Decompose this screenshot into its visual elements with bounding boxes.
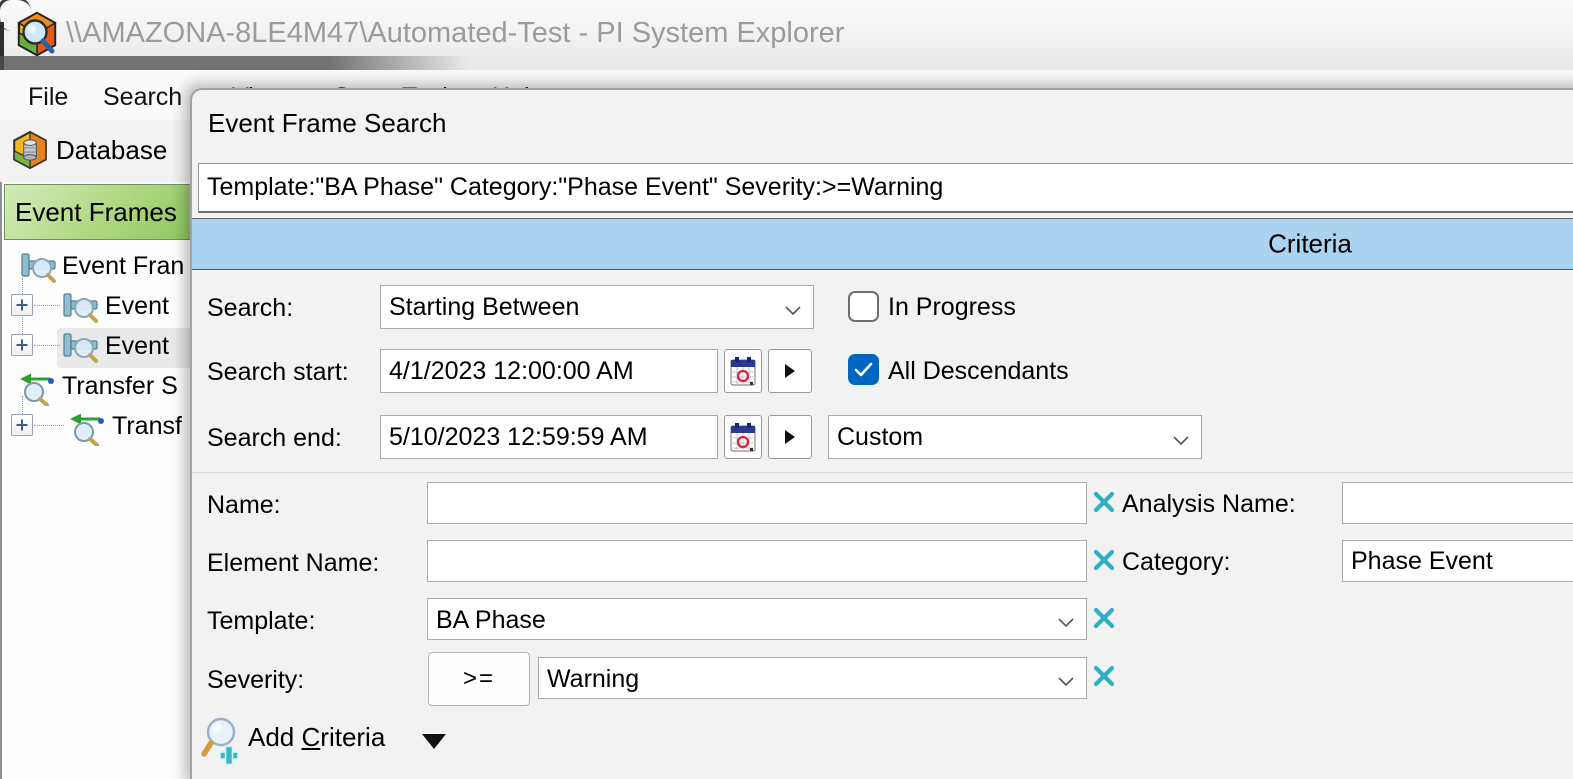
add-criteria-button[interactable]: Add Criteria (200, 716, 630, 768)
clear-template-button[interactable] (1092, 606, 1116, 635)
tree-expand-button[interactable] (11, 414, 33, 436)
tree-expand-button[interactable] (11, 294, 33, 316)
search-start-label: Search start: (207, 348, 349, 392)
criteria-section-header[interactable]: Criteria (192, 218, 1573, 270)
all-descendants-checkbox[interactable] (848, 354, 879, 385)
analysis-name-label: Analysis Name: (1122, 482, 1296, 524)
tree-connector (34, 345, 60, 346)
all-descendants-label: All Descendants (888, 349, 1069, 393)
search-mode-dropdown[interactable]: Starting Between (380, 285, 814, 329)
in-progress-checkbox[interactable] (848, 291, 879, 322)
search-query-input[interactable] (198, 163, 1573, 213)
database-button[interactable]: Database (56, 135, 167, 166)
calendar-icon (729, 355, 757, 387)
clear-x-icon (1092, 606, 1116, 630)
search-end-relative-time-button[interactable] (768, 415, 812, 459)
menu-search[interactable]: Search (103, 83, 182, 112)
severity-operator-button[interactable]: >= (428, 652, 530, 706)
add-criteria-label: Add Criteria (248, 722, 385, 753)
section-divider (192, 472, 1573, 473)
chevron-down-icon (1173, 416, 1189, 458)
template-label: Template: (207, 597, 315, 641)
tree-connector (34, 305, 60, 306)
search-start-relative-time-button[interactable] (768, 349, 812, 393)
clear-x-icon (1092, 664, 1116, 688)
search-mode-value: Starting Between (389, 293, 579, 321)
calendar-icon (729, 421, 757, 453)
tree-item-event-search[interactable]: Event (105, 292, 169, 321)
severity-label: Severity: (207, 656, 304, 700)
right-arrow-icon (784, 363, 796, 379)
tree-item-transfer-searches[interactable]: Transfer S (62, 372, 178, 401)
severity-value: Warning (547, 665, 639, 693)
database-icon (10, 130, 50, 175)
chevron-down-icon (1058, 657, 1074, 699)
analysis-name-input[interactable] (1342, 482, 1573, 524)
tree-item-transfer-search[interactable]: Transf (112, 412, 182, 441)
time-range-preset-value: Custom (837, 423, 923, 451)
template-value: BA Phase (436, 606, 546, 634)
event-frame-search-dialog: Event Frame Search Criteria Search: Star… (190, 88, 1573, 779)
navigator-panel: Event Frames Event Fran Event (0, 182, 192, 779)
event-frame-search-icon (62, 330, 100, 369)
add-criteria-magnifier-icon (200, 716, 246, 766)
event-frame-search-icon (20, 250, 58, 289)
transfer-search-icon (66, 410, 106, 451)
category-input[interactable] (1342, 540, 1573, 582)
chevron-down-icon (1058, 598, 1074, 640)
tree-item-event-frame-searches[interactable]: Event Fran (62, 252, 184, 281)
dialog-title: Event Frame Search (208, 108, 446, 139)
in-progress-label: In Progress (888, 285, 1016, 329)
chevron-down-icon (785, 286, 801, 328)
event-frame-search-icon (62, 290, 100, 329)
titlebar-shadow (0, 56, 470, 71)
right-arrow-icon (784, 429, 796, 445)
clear-x-icon (1092, 490, 1116, 514)
time-range-preset-dropdown[interactable]: Custom (828, 415, 1202, 459)
tree-connector (34, 425, 64, 426)
severity-dropdown[interactable]: Warning (538, 657, 1087, 699)
dropdown-caret-icon (422, 734, 446, 749)
search-end-input[interactable] (380, 415, 718, 459)
clear-name-button[interactable] (1092, 490, 1116, 519)
checkmark-icon (850, 356, 877, 383)
search-end-label: Search end: (207, 414, 342, 458)
search-start-input[interactable] (380, 349, 718, 393)
search-label: Search: (207, 284, 293, 328)
element-name-label: Element Name: (207, 539, 379, 583)
template-dropdown[interactable]: BA Phase (427, 598, 1087, 640)
nav-header-event-frames[interactable]: Event Frames (4, 184, 194, 240)
window-corner (0, 0, 31, 31)
search-start-calendar-button[interactable] (724, 349, 762, 393)
menu-file[interactable]: File (28, 83, 68, 112)
clear-severity-button[interactable] (1092, 664, 1116, 693)
window-title: \\AMAZONA-8LE4M47\Automated-Test - PI Sy… (66, 17, 844, 50)
search-end-calendar-button[interactable] (724, 415, 762, 459)
transfer-search-icon (16, 370, 56, 411)
name-label: Name: (207, 481, 281, 525)
tree-item-event-search[interactable]: Event (105, 332, 169, 361)
tree-expand-button[interactable] (11, 334, 33, 356)
clear-element-name-button[interactable] (1092, 548, 1116, 577)
name-input[interactable] (427, 482, 1087, 524)
criteria-header-label: Criteria (1268, 229, 1352, 260)
title-bar: \\AMAZONA-8LE4M47\Automated-Test - PI Sy… (0, 0, 1573, 70)
element-name-input[interactable] (427, 540, 1087, 582)
clear-x-icon (1092, 548, 1116, 572)
category-label: Category: (1122, 540, 1230, 582)
